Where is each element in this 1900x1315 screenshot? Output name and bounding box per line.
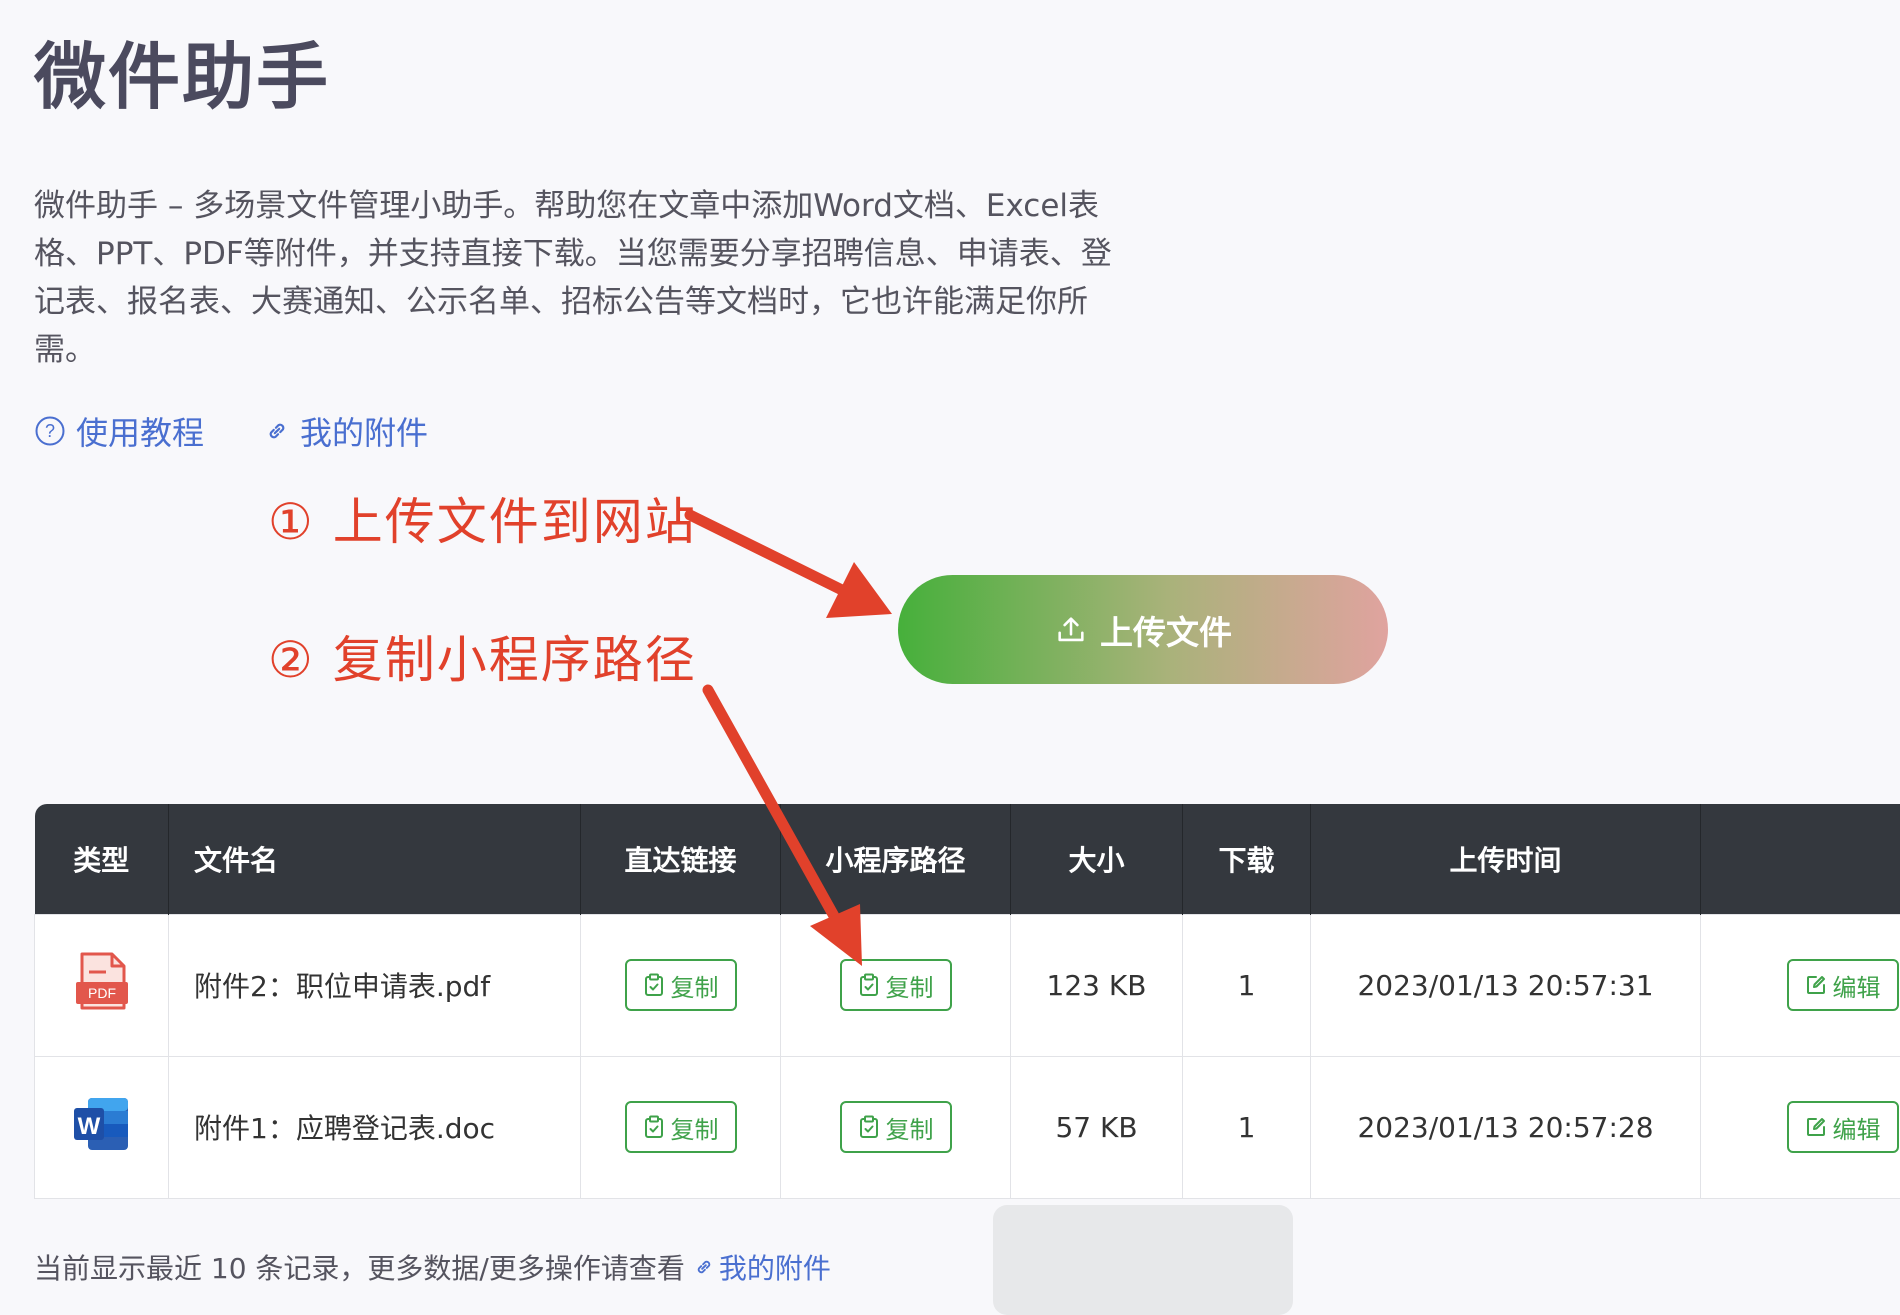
clipboard-icon <box>858 973 880 997</box>
pdf-icon-label: PDF <box>88 985 116 1001</box>
clipboard-icon <box>643 973 665 997</box>
edit-icon <box>1805 1116 1827 1138</box>
direct-link-cell: 复制 <box>581 914 781 1056</box>
annotation-step-2: ② 复制小程序路径 <box>268 620 697 692</box>
copy-label: 复制 <box>671 968 719 1003</box>
type-cell: PDF <box>35 914 169 1056</box>
table-row: W 附件1：应聘登记表.doc 复制 <box>35 1056 1900 1198</box>
download-count: 1 <box>1183 1056 1311 1198</box>
clipboard-icon <box>643 1115 665 1139</box>
my-files-link-label: 我的附件 <box>300 408 428 454</box>
clipboard-icon <box>858 1115 880 1139</box>
upload-time: 2023/01/13 20:57:28 <box>1311 1056 1701 1198</box>
header-file-name: 文件名 <box>169 804 581 914</box>
attachment-table-container: 类型 文件名 直达链接 小程序路径 大小 下载 上传时间 PDF <box>34 804 1900 1200</box>
table-footer: 当前显示最近 10 条记录，更多数据/更多操作请查看 我的附件 <box>34 1247 831 1287</box>
header-size: 大小 <box>1011 804 1183 914</box>
file-size: 123 KB <box>1011 914 1183 1056</box>
copy-mini-program-path-button[interactable]: 复制 <box>840 959 952 1011</box>
link-bar: ? 使用教程 我的附件 <box>34 408 428 454</box>
footer-text: 当前显示最近 10 条记录，更多数据/更多操作请查看 <box>34 1247 685 1287</box>
upload-icon <box>1054 613 1088 647</box>
copy-direct-link-button[interactable]: 复制 <box>625 1101 737 1153</box>
copy-label: 复制 <box>886 968 934 1003</box>
pdf-file-icon: PDF <box>70 950 134 1014</box>
tutorial-link[interactable]: ? 使用教程 <box>34 408 204 454</box>
word-icon-label: W <box>77 1113 100 1140</box>
svg-text:?: ? <box>45 421 55 441</box>
edit-icon <box>1805 974 1827 996</box>
attachment-table: 类型 文件名 直达链接 小程序路径 大小 下载 上传时间 PDF <box>34 804 1900 1199</box>
link-icon <box>693 1256 715 1278</box>
copy-label: 复制 <box>886 1110 934 1145</box>
edit-label: 编辑 <box>1833 1110 1881 1145</box>
page-title: 微件助手 <box>34 18 330 123</box>
file-name: 附件1：应聘登记表.doc <box>169 1056 581 1198</box>
file-name: 附件2：职位申请表.pdf <box>169 914 581 1056</box>
file-size: 57 KB <box>1011 1056 1183 1198</box>
help-circle-icon: ? <box>34 415 66 447</box>
upload-file-label: 上传文件 <box>1100 606 1232 654</box>
table-header-row: 类型 文件名 直达链接 小程序路径 大小 下载 上传时间 <box>35 804 1900 914</box>
word-file-icon: W <box>70 1092 134 1156</box>
arrow-to-upload <box>690 515 892 618</box>
header-mini-program-path: 小程序路径 <box>781 804 1011 914</box>
header-actions <box>1701 804 1900 914</box>
my-files-link[interactable]: 我的附件 <box>264 408 428 454</box>
edit-button[interactable]: 编辑 <box>1787 959 1899 1011</box>
copy-mini-program-path-button[interactable]: 复制 <box>840 1101 952 1153</box>
header-direct-link: 直达链接 <box>581 804 781 914</box>
upload-file-button[interactable]: 上传文件 <box>898 575 1388 684</box>
link-icon <box>264 418 290 444</box>
upload-time: 2023/01/13 20:57:31 <box>1311 914 1701 1056</box>
download-count: 1 <box>1183 914 1311 1056</box>
mini-path-cell: 复制 <box>781 1056 1011 1198</box>
footer-my-files-link[interactable]: 我的附件 <box>693 1247 831 1287</box>
table-row: PDF 附件2：职位申请表.pdf 复制 <box>35 914 1900 1056</box>
actions-cell: 编辑 <box>1701 914 1900 1056</box>
mini-path-cell: 复制 <box>781 914 1011 1056</box>
annotation-step-1: ① 上传文件到网站 <box>268 482 697 554</box>
type-cell: W <box>35 1056 169 1198</box>
footer-link-label: 我的附件 <box>719 1247 831 1287</box>
direct-link-cell: 复制 <box>581 1056 781 1198</box>
header-type: 类型 <box>35 804 169 914</box>
edit-button[interactable]: 编辑 <box>1787 1101 1899 1153</box>
actions-cell: 编辑 <box>1701 1056 1900 1198</box>
app-description: 微件助手 – 多场景文件管理小助手。帮助您在文章中添加Word文档、Excel表… <box>34 182 1124 374</box>
floating-panel <box>993 1205 1293 1315</box>
header-downloads: 下载 <box>1183 804 1311 914</box>
header-upload-time: 上传时间 <box>1311 804 1701 914</box>
copy-label: 复制 <box>671 1110 719 1145</box>
tutorial-link-label: 使用教程 <box>76 408 204 454</box>
copy-direct-link-button[interactable]: 复制 <box>625 959 737 1011</box>
edit-label: 编辑 <box>1833 968 1881 1003</box>
